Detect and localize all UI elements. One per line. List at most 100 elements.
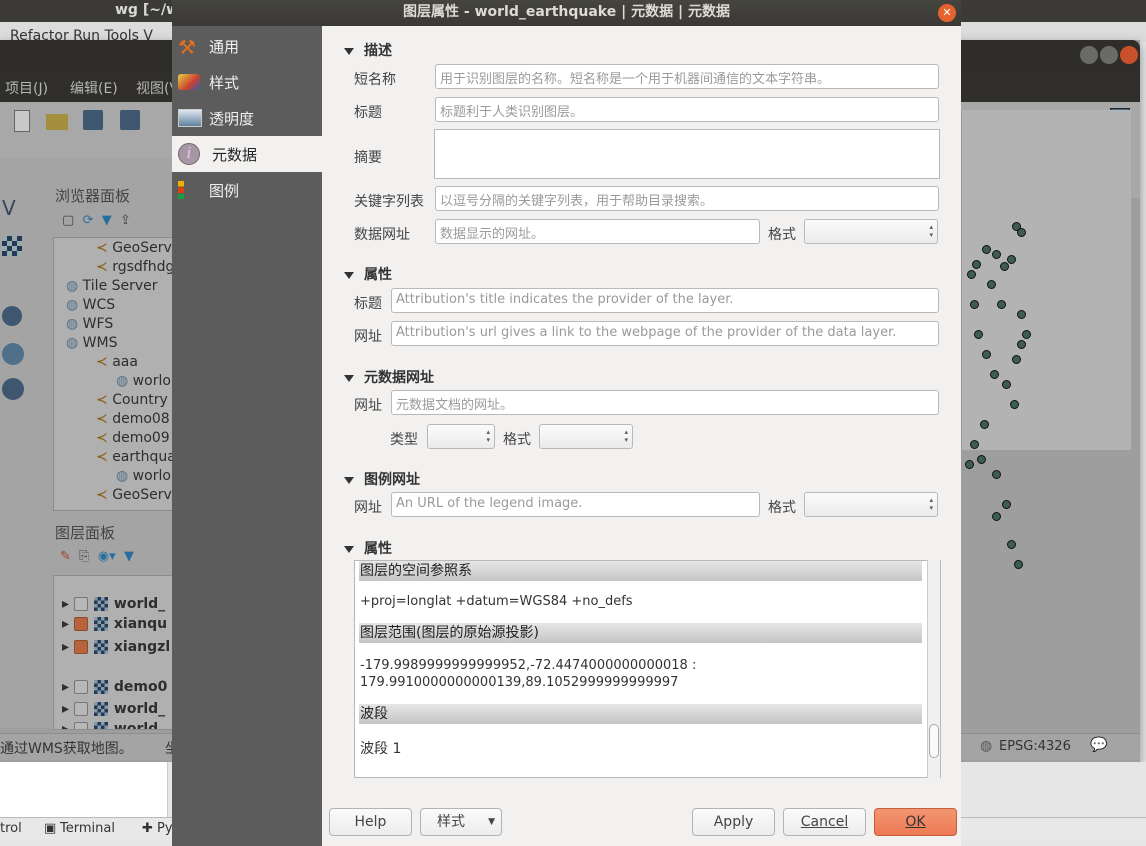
menu-edit[interactable]: 编辑(E) <box>70 78 118 98</box>
earthquake-point <box>982 245 991 254</box>
browser-item[interactable]: ◍ Tile Server <box>66 278 158 294</box>
layer-item[interactable]: ▸ xiangzl <box>62 639 170 655</box>
map-canvas[interactable] <box>961 110 1131 569</box>
sidebar-item-style[interactable]: 样式 <box>172 64 322 100</box>
add-icon[interactable]: ▢ <box>62 213 74 228</box>
earthquake-point <box>987 280 996 289</box>
short-name-input[interactable]: 用于识别图层的名称。短名称是一个用于机器间通信的文本字符串。 <box>435 64 939 89</box>
keywords-input[interactable]: 以逗号分隔的关键字列表，用于帮助目录搜索。 <box>435 186 939 211</box>
save-icon[interactable] <box>83 110 103 130</box>
ok-button[interactable]: OK <box>874 808 957 836</box>
add-wms-layer-icon[interactable] <box>2 343 24 365</box>
abstract-textarea[interactable] <box>434 129 940 179</box>
earthquake-point <box>1007 255 1016 264</box>
metadata-url-input[interactable]: 元数据文档的网址。 <box>391 390 939 415</box>
attribution-title-input[interactable]: Attribution's title indicates the provid… <box>391 288 939 313</box>
help-button[interactable]: Help <box>329 808 412 836</box>
properties-info-view[interactable]: 图层的空间参照系 +proj=longlat +datum=WGS84 +no_… <box>354 560 941 778</box>
browser-item-label: rgsdfhdg <box>112 259 175 275</box>
sidebar-item-general[interactable]: ⚒ 通用 <box>172 28 322 64</box>
section-metadata-url-header[interactable]: 元数据网址 <box>344 367 434 387</box>
crs-value: +proj=longlat +datum=WGS84 +no_defs <box>360 594 633 609</box>
tab-terminal[interactable]: Terminal <box>60 821 115 836</box>
menu-project[interactable]: 项目(J) <box>5 78 48 98</box>
metadata-type-select[interactable] <box>427 424 495 449</box>
section-properties-header[interactable]: 属性 <box>344 538 392 558</box>
sidebar-item-metadata[interactable]: i 元数据 <box>172 136 322 172</box>
browser-item[interactable]: ◍ WCS <box>66 297 115 313</box>
filter-icon[interactable]: ▼ <box>102 213 112 228</box>
layer-visibility-checkbox[interactable] <box>73 640 88 654</box>
browser-item-label: worlo <box>132 468 171 484</box>
metadata-format-select[interactable] <box>539 424 633 449</box>
abstract-label: 摘要 <box>354 150 382 166</box>
layer-item[interactable]: ▸ world_ <box>62 701 165 717</box>
browser-item[interactable]: ◍ WMS <box>66 335 117 351</box>
browser-item[interactable]: ≺ demo08 <box>96 411 170 427</box>
refresh-icon[interactable]: ⟳ <box>83 213 94 228</box>
section-attribution-header[interactable]: 属性 <box>344 264 392 284</box>
browser-item[interactable]: ≺ GeoServ <box>96 240 172 256</box>
scrollbar-thumb[interactable] <box>929 724 939 758</box>
browser-item[interactable]: ≺ GeoServ <box>96 487 172 503</box>
legend-url-input[interactable]: An URL of the legend image. <box>391 492 760 517</box>
browser-item[interactable]: ≺ rgsdfhdg <box>96 259 174 275</box>
apply-button[interactable]: Apply <box>692 808 775 836</box>
sidebar-item-transparency[interactable]: 透明度 <box>172 100 322 136</box>
data-url-input[interactable]: 数据显示的网址。 <box>435 219 760 244</box>
title-input[interactable]: 标题利于人类识别图层。 <box>435 97 939 122</box>
cancel-button[interactable]: Cancel <box>783 808 866 836</box>
attribution-url-input[interactable]: Attribution's url gives a link to the we… <box>391 321 939 346</box>
ide-window-title: wg [~/w <box>115 2 180 18</box>
close-button[interactable] <box>1120 46 1138 64</box>
properties-scrollbar[interactable] <box>927 560 940 778</box>
sidebar-item-legend[interactable]: 图例 <box>172 172 322 208</box>
browser-item[interactable]: ≺ earthqua <box>96 449 176 465</box>
save-as-icon[interactable] <box>120 110 140 130</box>
dialog-close-button[interactable]: ✕ <box>938 4 956 22</box>
collapse-icon[interactable]: ⇪ <box>120 213 131 228</box>
browser-item-label: WCS <box>82 297 116 313</box>
tools-icon: ⚒ <box>178 35 196 59</box>
browser-item[interactable]: ◍ worlo <box>116 373 171 389</box>
crs-button[interactable]: EPSG:4326 <box>999 739 1071 754</box>
wms-connection-icon: ≺ <box>96 240 113 256</box>
add-postgis-layer-icon[interactable] <box>2 306 22 326</box>
extent-line-1: -179.9989999999999952,-72.44740000000000… <box>360 658 697 673</box>
layer-visibility-checkbox[interactable] <box>73 722 88 729</box>
minimize-button[interactable] <box>1080 46 1098 64</box>
tab-python-console[interactable]: Py <box>157 821 173 836</box>
legend-format-select[interactable] <box>804 492 938 517</box>
maximize-button[interactable] <box>1100 46 1118 64</box>
browser-item[interactable]: ≺ aaa <box>96 354 138 370</box>
layer-visibility-checkbox[interactable] <box>73 617 88 631</box>
browser-item[interactable]: ≺ demo09 <box>96 430 170 446</box>
filter-icon[interactable]: ▼ <box>124 549 134 564</box>
layer-item[interactable]: ▸ world <box>62 721 158 729</box>
layer-item[interactable]: ▸ world_ <box>62 596 165 612</box>
style-icon[interactable]: ✎ <box>60 549 71 564</box>
layer-item[interactable]: ▸ xianqu <box>62 616 167 632</box>
open-folder-icon[interactable] <box>46 114 68 130</box>
layer-visibility-checkbox[interactable] <box>73 680 88 694</box>
tab-version-control[interactable]: trol <box>0 821 22 836</box>
add-group-icon[interactable]: ⎘ <box>79 549 89 564</box>
browser-item[interactable]: ≺ Country <box>96 392 168 408</box>
browser-item[interactable]: ◍ WFS <box>66 316 113 332</box>
browser-item[interactable]: ◍ worlo <box>116 468 171 484</box>
layer-item[interactable]: ▸ demo0 <box>62 679 167 695</box>
style-menu-button[interactable]: 样式 ▼ <box>420 808 502 836</box>
layer-visibility-checkbox[interactable] <box>73 597 88 611</box>
messages-icon[interactable]: 💬 <box>1090 737 1107 753</box>
sidebar-item-label: 样式 <box>209 74 240 92</box>
add-raster-layer-icon[interactable] <box>2 236 22 256</box>
section-description-header[interactable]: 描述 <box>344 40 392 60</box>
new-project-icon[interactable] <box>14 110 30 132</box>
visibility-eye-icon[interactable]: ◉▾ <box>98 549 116 564</box>
band-1: 波段 1 <box>360 741 402 757</box>
data-url-format-select[interactable] <box>804 219 938 244</box>
add-wfs-layer-icon[interactable] <box>2 378 24 400</box>
section-legend-url-header[interactable]: 图例网址 <box>344 469 420 489</box>
layer-visibility-checkbox[interactable] <box>73 702 88 716</box>
add-vector-layer-icon[interactable]: V <box>2 196 16 220</box>
